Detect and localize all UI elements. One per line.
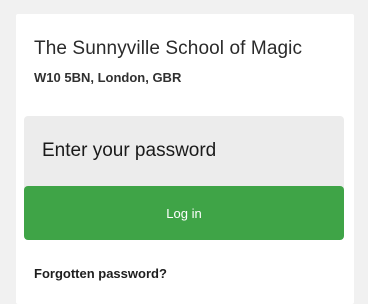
school-address: W10 5BN, London, GBR (34, 70, 182, 85)
password-input[interactable] (24, 116, 344, 196)
login-button[interactable]: Log in (24, 186, 344, 240)
school-name: The Sunnyville School of Magic (34, 38, 303, 59)
login-card: The Sunnyville School of Magic W10 5BN, … (16, 14, 354, 304)
forgotten-password-link[interactable]: Forgotten password? (34, 266, 167, 281)
login-button-label: Log in (166, 205, 202, 221)
password-field[interactable] (24, 116, 344, 196)
